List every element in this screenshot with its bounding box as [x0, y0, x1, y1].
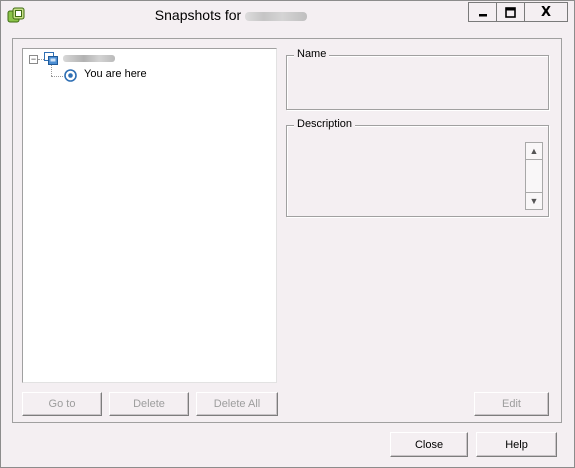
maximize-button[interactable] [496, 2, 524, 22]
tree-connector [51, 65, 52, 76]
go-to-button[interactable]: Go to [22, 392, 102, 416]
window-title: Snapshots for [1, 7, 461, 23]
close-window-button[interactable]: X [524, 2, 568, 22]
edit-button[interactable]: Edit [474, 392, 549, 416]
snapshot-tree[interactable]: − You are here [22, 48, 277, 383]
you-are-here-label[interactable]: You are here [84, 68, 147, 80]
minimize-icon [478, 14, 487, 17]
help-button[interactable]: Help [476, 432, 557, 457]
delete-button[interactable]: Delete [109, 392, 189, 416]
collapse-icon[interactable]: − [29, 55, 38, 64]
tree-connector [51, 76, 63, 77]
name-panel: Name [286, 48, 549, 110]
delete-all-button[interactable]: Delete All [196, 392, 278, 416]
close-button[interactable]: Close [390, 432, 468, 457]
description-panel: Description ▲ ▼ [286, 118, 549, 217]
window-title-text: Snapshots for [154, 7, 242, 23]
description-label: Description [294, 118, 356, 130]
close-icon: X [540, 4, 552, 20]
description-scrollbar[interactable]: ▲ ▼ [525, 142, 543, 210]
redacted-vm-name [245, 11, 308, 21]
minimize-button[interactable] [468, 2, 496, 22]
maximize-icon [505, 6, 516, 18]
you-are-here-icon [64, 69, 77, 82]
scroll-down-icon[interactable]: ▼ [526, 192, 542, 209]
scroll-up-icon[interactable]: ▲ [526, 143, 542, 160]
name-label: Name [294, 48, 330, 60]
snapshot-manager-window: Snapshots for X − You are here Name Desc… [0, 0, 575, 468]
vm-icon[interactable] [44, 52, 58, 65]
tree-root-label-redacted[interactable] [63, 55, 115, 62]
title-bar[interactable]: Snapshots for X [1, 1, 574, 31]
